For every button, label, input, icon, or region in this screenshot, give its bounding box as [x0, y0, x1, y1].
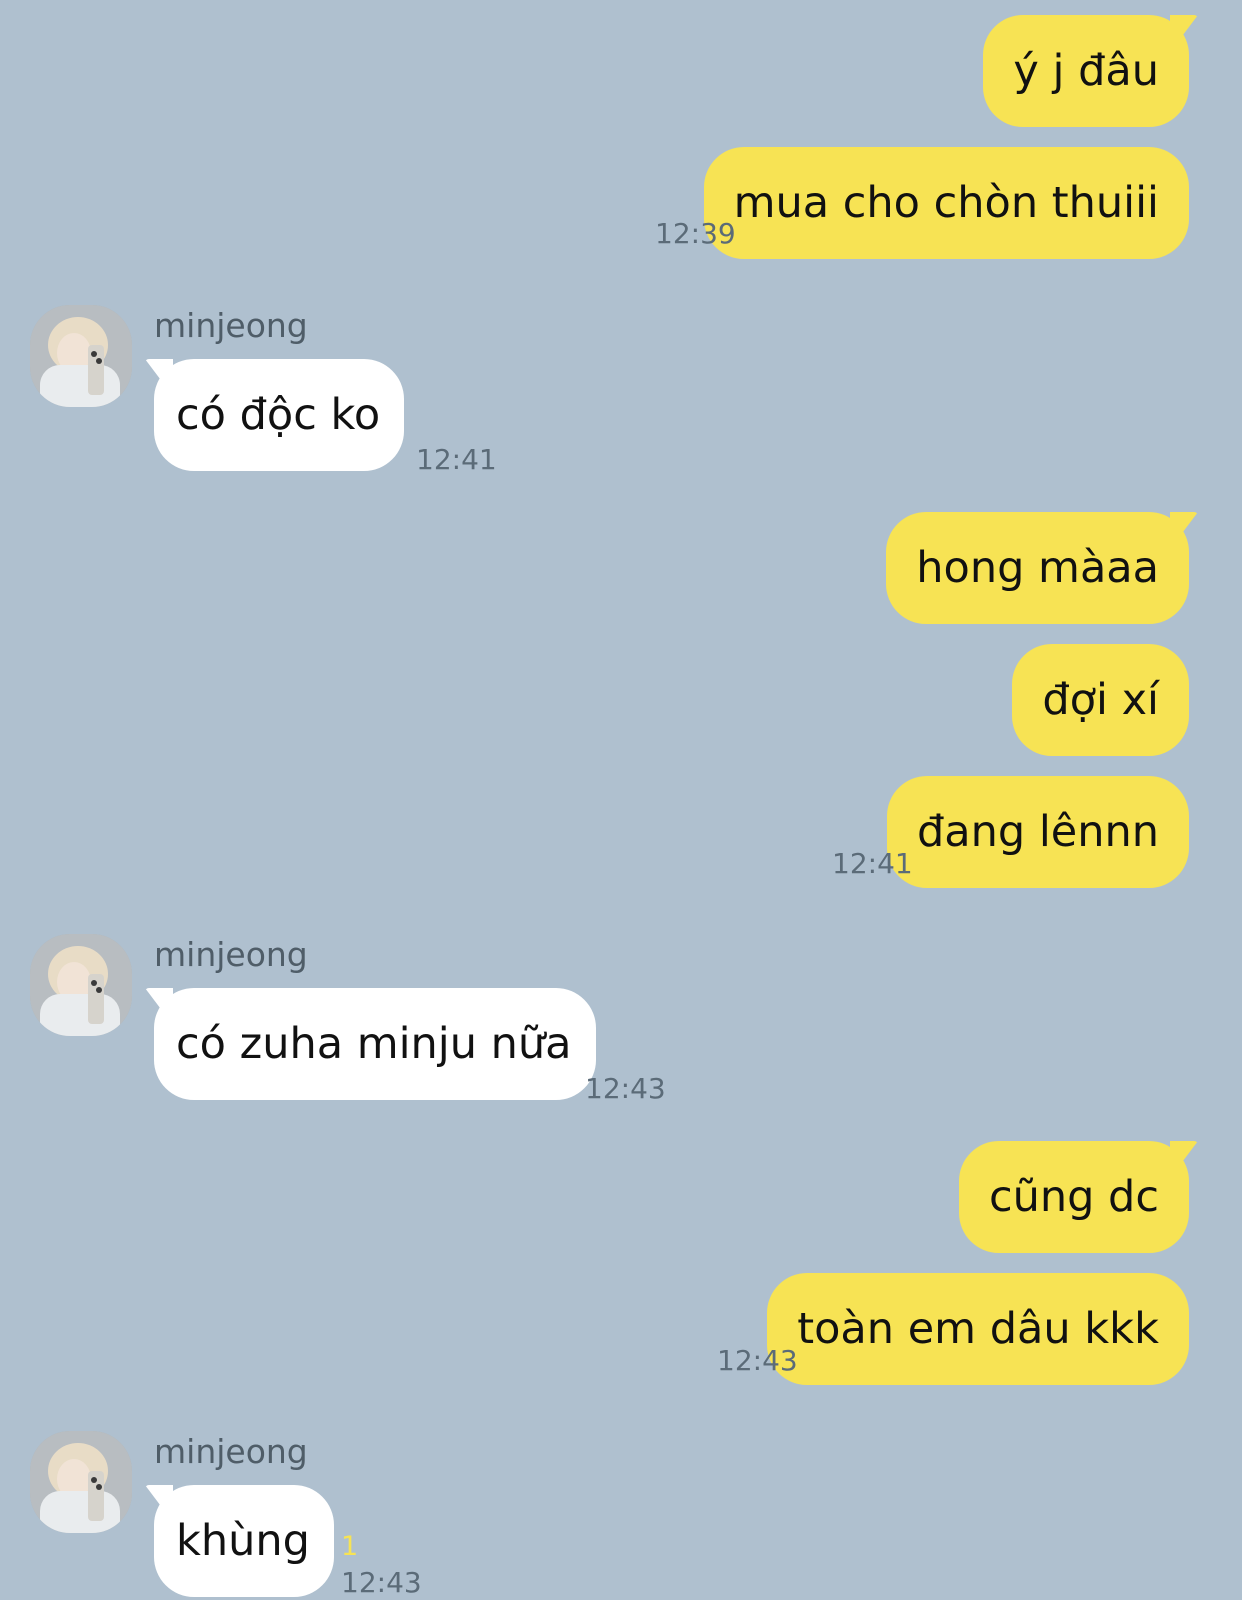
bubble-tail [145, 988, 173, 1014]
sender-name: minjeong [154, 306, 308, 345]
outgoing-message[interactable]: cũng dc [958, 1141, 1198, 1253]
message-timestamp: 12:43 [585, 1072, 666, 1105]
avatar-photo-icon [30, 934, 132, 1036]
incoming-message[interactable]: có độc ko [145, 359, 405, 471]
outgoing-message[interactable]: hong màaa [886, 512, 1198, 624]
message-text: hong màaa [916, 543, 1159, 593]
avatar-photo-icon [30, 305, 132, 407]
message-text: mua cho chòn thuiii [733, 178, 1159, 228]
outgoing-message[interactable]: đợi xí [1012, 644, 1189, 756]
bubble-tail [1170, 15, 1198, 41]
sender-name: minjeong [154, 1432, 308, 1471]
incoming-message[interactable]: có zuha minju nữa [145, 988, 596, 1100]
message-text: ý j đâu [1013, 46, 1159, 96]
bubble-tail [145, 359, 173, 385]
outgoing-message[interactable]: mua cho chòn thuiii [703, 147, 1189, 259]
bubble-tail [1170, 512, 1198, 538]
message-text: cũng dc [988, 1172, 1159, 1222]
incoming-message[interactable]: khùng [145, 1485, 334, 1597]
bubble-tail [145, 1485, 173, 1511]
bubble-tail [1170, 1141, 1198, 1167]
outgoing-message[interactable]: đang lênnn [886, 776, 1189, 888]
contact-avatar[interactable] [30, 1431, 132, 1533]
avatar-photo-icon [30, 1431, 132, 1533]
message-timestamp: 12:39 [655, 217, 736, 250]
message-text: có độc ko [176, 390, 381, 440]
message-text: có zuha minju nữa [176, 1019, 572, 1069]
outgoing-message[interactable]: ý j đâu [983, 15, 1198, 127]
sender-name: minjeong [154, 935, 308, 974]
message-timestamp: 12:43 [341, 1566, 422, 1599]
message-text: toàn em dâu kkk [797, 1304, 1159, 1354]
message-text: đang lênnn [916, 807, 1159, 857]
message-timestamp: 12:41 [416, 443, 497, 476]
message-timestamp: 12:41 [832, 847, 913, 880]
unread-count: 1 [341, 1531, 359, 1562]
message-text: khùng [176, 1516, 310, 1566]
contact-avatar[interactable] [30, 305, 132, 407]
message-timestamp: 12:43 [717, 1344, 798, 1377]
outgoing-message[interactable]: toàn em dâu kkk [767, 1273, 1189, 1385]
message-text: đợi xí [1042, 675, 1159, 725]
contact-avatar[interactable] [30, 934, 132, 1036]
